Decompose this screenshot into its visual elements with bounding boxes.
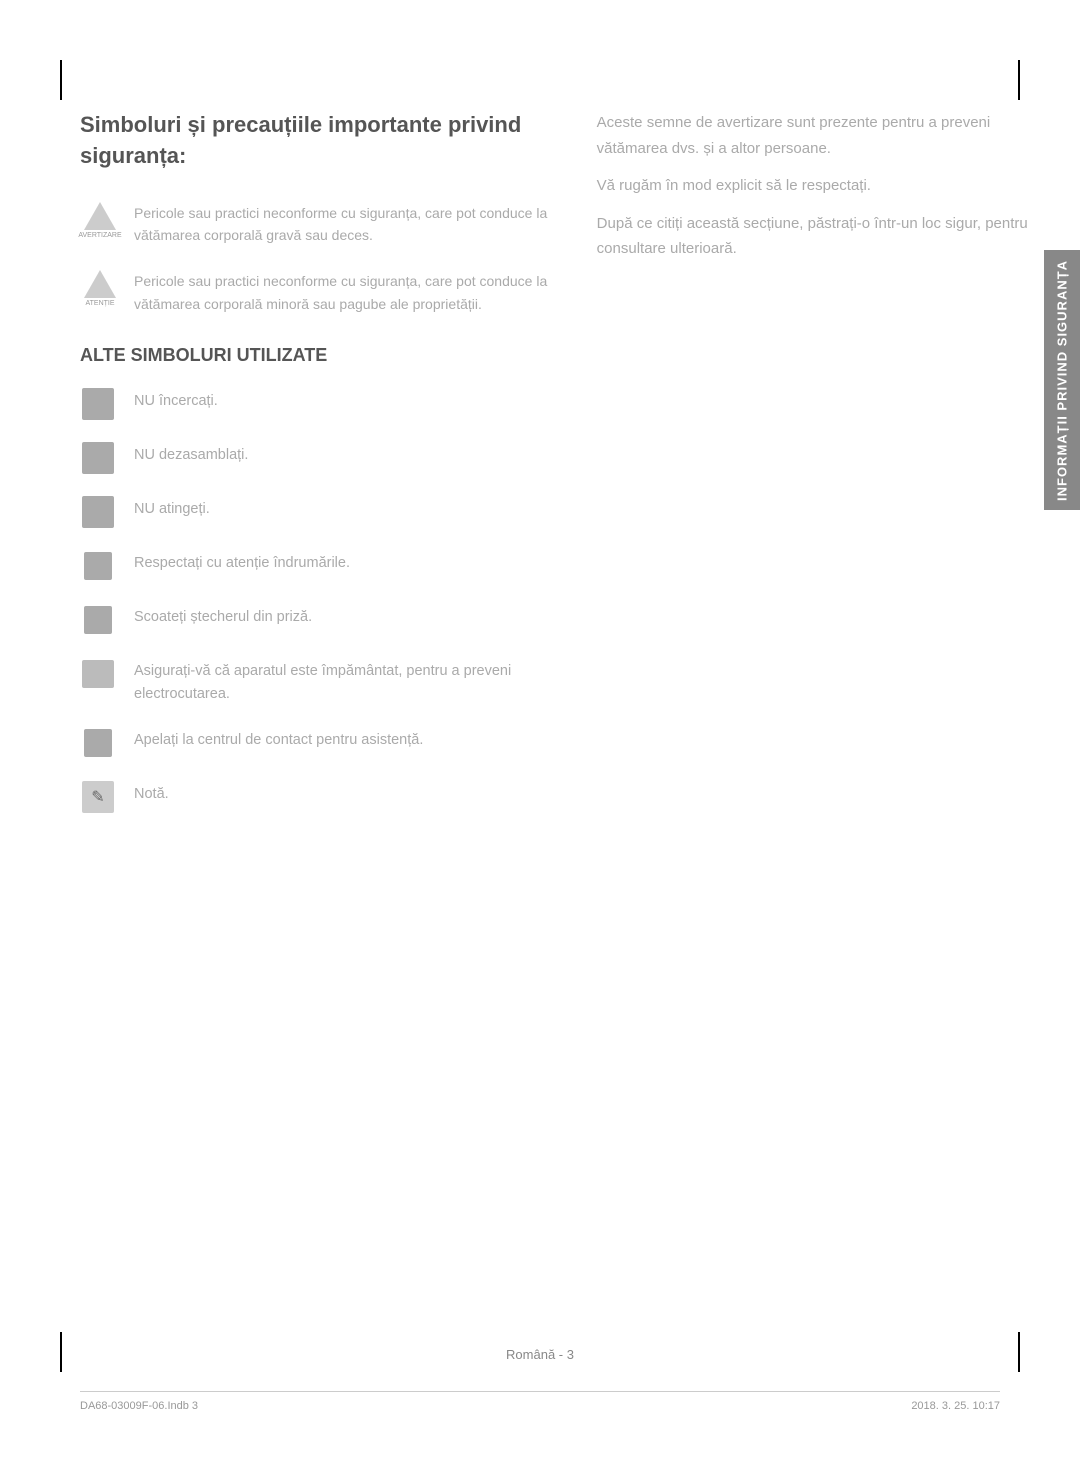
list-item: NU atingeți.: [80, 494, 557, 530]
list-item: NU dezasamblați.: [80, 440, 557, 476]
list-item: Respectați cu atenție îndrumările.: [80, 548, 557, 584]
atentie-label: ATENȚIE: [85, 300, 114, 307]
right-text-2: Vă rugăm în mod explicit să le respectaț…: [597, 173, 1030, 199]
page: INFORMAȚII PRIVIND SIGURANȚA Simboluri ș…: [0, 0, 1080, 1472]
warning-icon-2: ATENȚIE: [80, 270, 120, 307]
note-symbol: ✎: [82, 781, 114, 813]
warning-block-1: AVERTIZARE Pericole sau practici neconfo…: [80, 202, 557, 247]
footer-right: 2018. 3. 25. 10:17: [911, 1400, 1000, 1412]
footer-left: DA68-03009F-06.Indb 3: [80, 1400, 198, 1412]
main-content: Simboluri și precauțiile importante priv…: [80, 110, 1030, 1362]
list-item: NU încercați.: [80, 386, 557, 422]
sidebar-label: INFORMAȚII PRIVIND SIGURANȚA: [1044, 250, 1080, 510]
service-icon: [80, 725, 116, 761]
symbol-list: NU încercați. NU dezasamblați. NU atinge…: [80, 386, 557, 814]
square-icon-sm: [84, 729, 112, 757]
square-icon-sm: [84, 606, 112, 634]
page-title: Simboluri și precauțiile importante priv…: [80, 110, 557, 172]
grounded-icon: [80, 656, 116, 692]
symbol-text-6: Asigurați-vă că aparatul este împământat…: [134, 656, 557, 706]
right-text-1: Aceste semne de avertizare sunt prezente…: [597, 110, 1030, 161]
square-icon: [82, 388, 114, 420]
list-item: Asigurați-vă că aparatul este împământat…: [80, 656, 557, 706]
no-disassemble-icon: [80, 440, 116, 476]
symbol-text-1: NU încercați.: [134, 386, 218, 413]
square-icon: [82, 442, 114, 474]
symbol-text-7: Apelați la centrul de contact pentru asi…: [134, 725, 423, 752]
symbol-text-8: Notă.: [134, 779, 169, 806]
corner-mark-tl: [60, 60, 62, 100]
triangle-icon-atentie: [84, 270, 116, 298]
warning-text-2: Pericole sau practici neconforme cu sigu…: [134, 270, 557, 315]
list-item: ✎ Notă.: [80, 779, 557, 815]
note-icon: ✎: [80, 779, 116, 815]
right-text-3: După ce citiți această secțiune, păstraț…: [597, 211, 1030, 262]
symbol-text-4: Respectați cu atenție îndrumările.: [134, 548, 350, 575]
list-item: Scoateți ștecherul din priză.: [80, 602, 557, 638]
left-column: Simboluri și precauțiile importante priv…: [80, 110, 557, 833]
list-item: Apelați la centrul de contact pentru asi…: [80, 725, 557, 761]
warning-text-1: Pericole sau practici neconforme cu sigu…: [134, 202, 557, 247]
symbol-text-3: NU atingeți.: [134, 494, 210, 521]
alt-section-title: ALTE SIMBOLURI UTILIZATE: [80, 345, 557, 366]
square-icon-sm: [84, 552, 112, 580]
no-icon-1: [80, 386, 116, 422]
triangle-icon-avertizare: [84, 202, 116, 230]
right-column: Aceste semne de avertizare sunt prezente…: [597, 110, 1030, 833]
warning-icon-1: AVERTIZARE: [80, 202, 120, 239]
avertizare-label: AVERTIZARE: [78, 232, 121, 239]
corner-mark-tr: [1018, 60, 1020, 100]
symbol-text-5: Scoateți ștecherul din priză.: [134, 602, 312, 629]
two-column-layout: Simboluri și precauțiile importante priv…: [80, 110, 1030, 833]
footer: DA68-03009F-06.Indb 3 2018. 3. 25. 10:17: [80, 1391, 1000, 1412]
warning-block-2: ATENȚIE Pericole sau practici neconforme…: [80, 270, 557, 315]
symbol-text-2: NU dezasamblați.: [134, 440, 248, 467]
square-icon: [82, 496, 114, 528]
grounded-symbol: [82, 660, 114, 688]
page-number: Română - 3: [0, 1347, 1080, 1362]
unplug-icon: [80, 602, 116, 638]
no-touch-icon: [80, 494, 116, 530]
caution-icon: [80, 548, 116, 584]
